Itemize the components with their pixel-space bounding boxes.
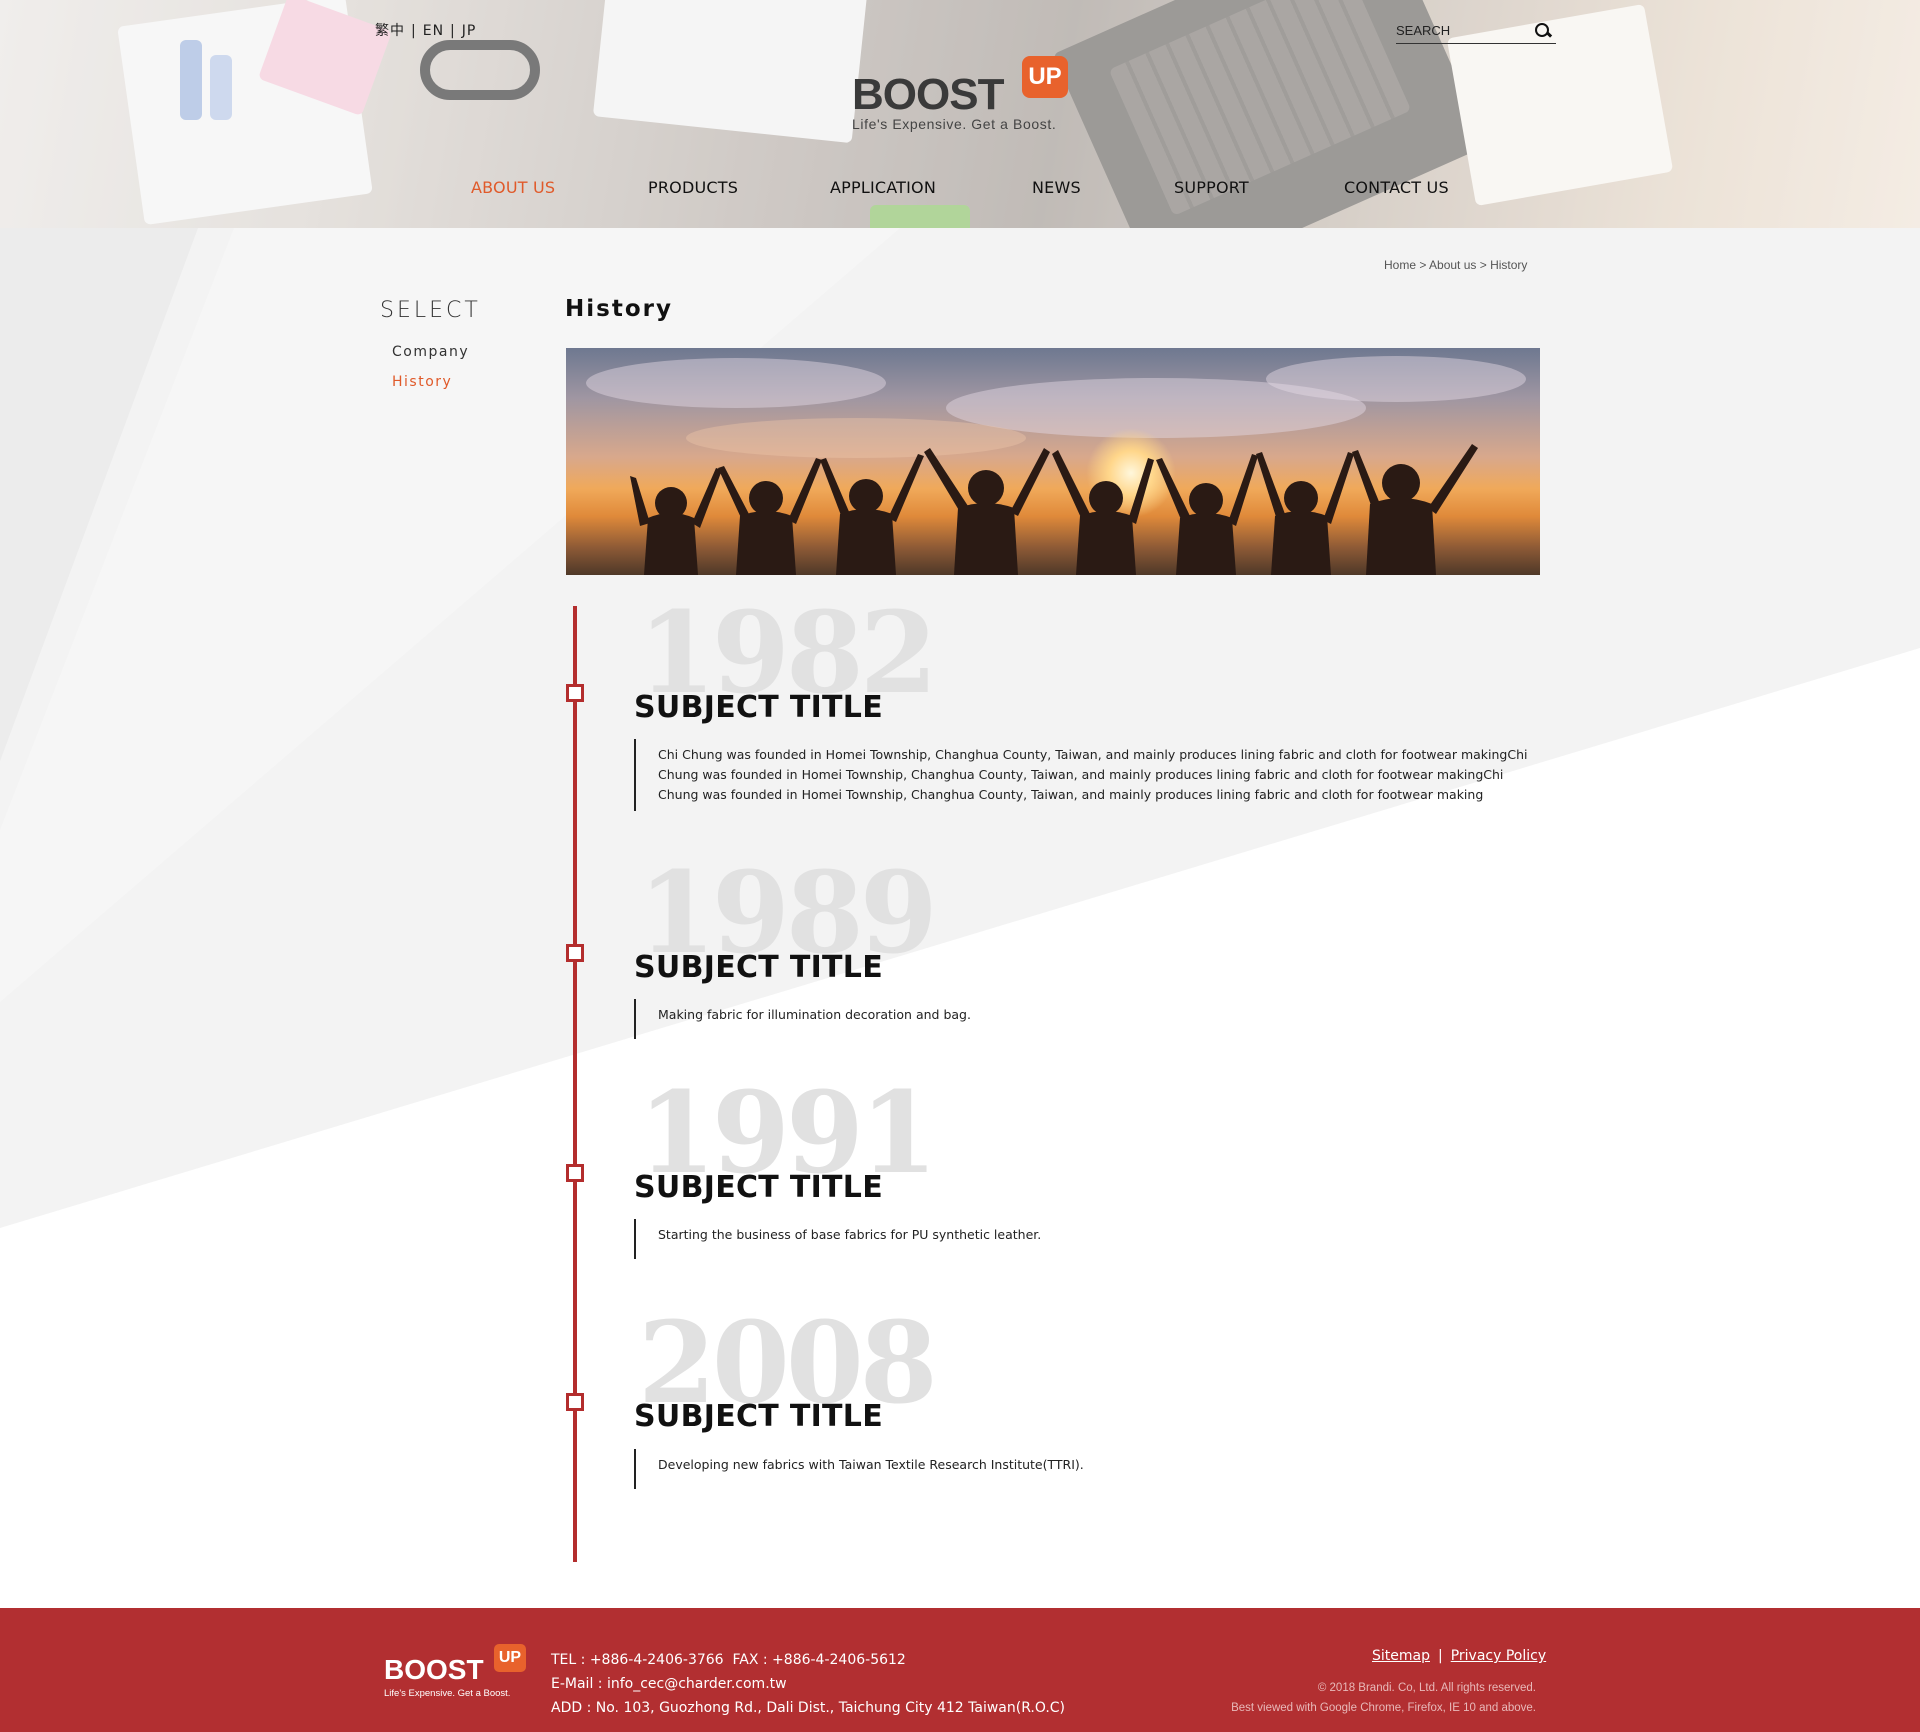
footer-tel: TEL : +886-4-2406-3766 — [551, 1652, 724, 1668]
footer-logo-tagline: Life's Expensive. Get a Boost. — [384, 1688, 511, 1699]
copyright-text: © 2018 Brandi. Co, Ltd. All rights reser… — [1317, 1682, 1536, 1694]
site-logo[interactable]: BOOST UP Life's Expensive. Get a Boost. — [850, 54, 1070, 136]
footer-fax: FAX : +886-4-2406-5612 — [732, 1652, 906, 1668]
footer-email: E-Mail : info_cec@charder.com.tw — [551, 1676, 787, 1692]
history-banner-image — [566, 348, 1540, 575]
footer-links: Sitemap | Privacy Policy — [1372, 1648, 1547, 1664]
logo-tagline: Life's Expensive. Get a Boost. — [852, 116, 1057, 132]
nav-news[interactable]: NEWS — [1032, 178, 1081, 197]
footer-logo-badge: UP — [494, 1644, 526, 1672]
search-box — [1396, 18, 1556, 44]
timeline-description: Starting the business of base fabrics fo… — [634, 1219, 1536, 1259]
footer-address: ADD : No. 103, Guozhong Rd., Dali Dist.,… — [551, 1700, 1066, 1716]
lang-en-link[interactable]: EN — [423, 23, 444, 39]
timeline-marker — [566, 1393, 584, 1411]
timeline-marker — [566, 1164, 584, 1182]
nav-contact-us[interactable]: CONTACT US — [1344, 178, 1449, 197]
logo-badge: UP — [1022, 56, 1068, 98]
footer-sitemap-link[interactable]: Sitemap — [1372, 1648, 1430, 1664]
sidebar-title: SELECT — [380, 298, 481, 323]
timeline-description: Chi Chung was founded in Homei Township,… — [634, 739, 1536, 811]
timeline-description: Developing new fabrics with Taiwan Texti… — [634, 1449, 1536, 1489]
footer-logo-wordmark: BOOST — [384, 1654, 484, 1685]
language-switcher: 繁中 | EN | JP — [375, 23, 477, 39]
lang-jp-link[interactable]: JP — [462, 23, 477, 39]
footer-logo[interactable]: BOOST UP Life's Expensive. Get a Boost. — [384, 1638, 534, 1699]
search-input[interactable] — [1396, 23, 1516, 38]
nav-products[interactable]: PRODUCTS — [648, 178, 738, 197]
timeline-description: Making fabric for illumination decoratio… — [634, 999, 1536, 1039]
page-title: History — [565, 296, 673, 322]
browser-note: Best viewed with Google Chrome, Firefox,… — [1231, 1702, 1536, 1714]
nav-application[interactable]: APPLICATION — [830, 178, 936, 197]
logo-wordmark: BOOST — [852, 70, 1004, 119]
people-silhouettes — [630, 444, 1478, 575]
site-footer: BOOST UP Life's Expensive. Get a Boost. … — [0, 1608, 1920, 1732]
footer-contact: TEL : +886-4-2406-3766 FAX : +886-4-2406… — [551, 1648, 1065, 1720]
breadcrumb: Home > About us > History — [1384, 258, 1528, 272]
search-icon[interactable] — [1534, 22, 1552, 40]
footer-privacy-link[interactable]: Privacy Policy — [1451, 1648, 1546, 1664]
timeline-marker — [566, 684, 584, 702]
footer-copyright: © 2018 Brandi. Co, Ltd. All rights reser… — [1231, 1678, 1536, 1718]
sidebar-item-company[interactable]: Company — [392, 344, 469, 360]
lang-zh-link[interactable]: 繁中 — [375, 23, 405, 39]
timeline-marker — [566, 944, 584, 962]
nav-support[interactable]: SUPPORT — [1174, 178, 1249, 197]
sidebar-item-history[interactable]: History — [392, 374, 452, 390]
timeline-line — [573, 606, 577, 1562]
footer-phone-fax: TEL : +886-4-2406-3766 FAX : +886-4-2406… — [551, 1648, 1065, 1672]
timeline-subject-title: SUBJECT TITLE — [634, 950, 884, 985]
nav-about-us[interactable]: ABOUT US — [471, 178, 555, 197]
timeline-subject-title: SUBJECT TITLE — [634, 1170, 884, 1205]
header-background-image — [117, 0, 373, 226]
timeline-subject-title: SUBJECT TITLE — [634, 1399, 884, 1434]
timeline-subject-title: SUBJECT TITLE — [634, 690, 884, 725]
